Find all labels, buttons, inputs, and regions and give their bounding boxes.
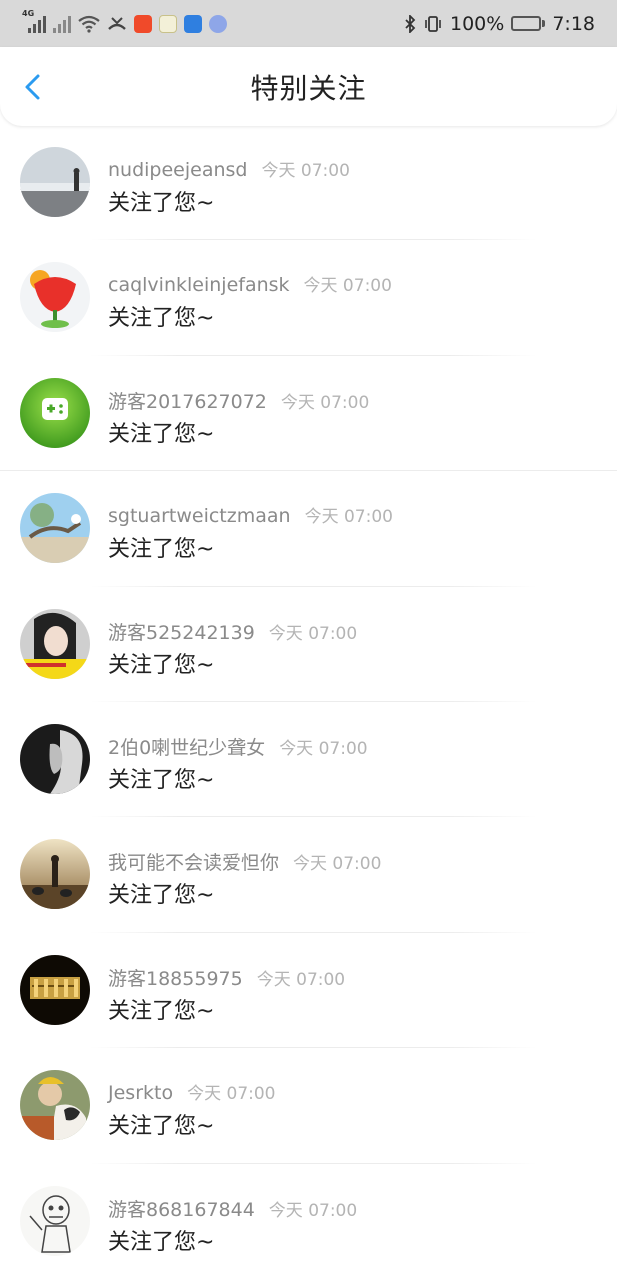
avatar[interactable] [20,262,90,333]
battery-percent: 100% [450,12,505,35]
wifi-icon [78,15,100,33]
timestamp: 今天 07:00 [268,1200,358,1221]
back-button[interactable] [20,73,48,101]
signal-icon: 4G [22,9,46,33]
list-item[interactable]: nudipeejeansd 今天 07:00 关注了您~ [0,125,617,241]
username[interactable]: nudipeejeansd [108,159,247,181]
timestamp: 今天 07:00 [280,392,370,413]
username[interactable]: Jesrkto [108,1082,173,1104]
timestamp: 今天 07:00 [187,1084,276,1105]
notification-text: 关注了您~ [108,191,215,216]
notification-text: 关注了您~ [108,767,215,793]
timestamp: 今天 07:00 [279,738,368,759]
username[interactable]: 游客18855975 [108,968,243,990]
timestamp: 今天 07:00 [293,854,382,875]
avatar[interactable] [20,608,90,679]
list-item[interactable]: 游客525242139 今天 07:00 关注了您~ [0,587,617,702]
username[interactable]: sgtuartweictzmaan [108,505,291,527]
avatar[interactable] [20,493,90,564]
notification-text: 关注了您~ [108,421,215,447]
timestamp: 今天 07:00 [268,623,358,644]
username[interactable]: 2伯0喇世纪少聋女 [108,737,265,759]
notification-text: 关注了您~ [108,883,215,909]
status-right: 100% 7:18 [404,13,595,35]
avatar[interactable] [20,1185,90,1256]
blue-app-icon [184,14,202,33]
list-item[interactable]: 游客18855975 今天 07:00 关注了您~ [0,933,617,1049]
status-left: 4G [22,9,227,33]
clock: 7:18 [552,12,595,35]
status-bar: 4G 100% 7:18 [0,0,617,47]
list-item[interactable]: 2伯0喇世纪少聋女 今天 07:00 关注了您~ [0,702,617,818]
battery-icon [511,16,546,31]
missed-call-icon [108,16,126,30]
network-type: 4G [22,8,35,18]
bluetooth-icon [405,14,416,33]
page-title: 特别关注 [250,71,367,105]
avatar[interactable] [20,954,90,1025]
username[interactable]: caqlvinkleinjefansk [108,274,290,296]
list-item[interactable]: caqlvinkleinjefansk 今天 07:00 关注了您~ [0,240,617,356]
list-item[interactable]: Jesrkto 今天 07:00 关注了您~ [0,1048,617,1164]
list-item[interactable]: 我可能不会读爱怛你 今天 07:00 关注了您~ [0,817,617,933]
username[interactable]: 我可能不会读爱怛你 [108,852,279,874]
username[interactable]: 游客2017627072 [108,391,267,413]
ting-app-icon [134,14,152,33]
notification-text: 关注了您~ [108,652,215,678]
follow-notification-list: nudipeejeansd 今天 07:00 关注了您~ caqlvinklein… [0,125,617,1279]
notification-text: 关注了您~ [108,1114,215,1140]
avatar[interactable] [20,147,90,217]
timestamp: 今天 07:00 [256,969,346,990]
username[interactable]: 游客525242139 [108,622,255,644]
app-header: 特别关注 [0,47,617,126]
list-item[interactable]: sgtuartweictzmaan 今天 07:00 关注了您~ [0,471,617,587]
timestamp: 今天 07:00 [304,507,393,528]
notification-text: 关注了您~ [108,537,215,563]
list-item[interactable]: 游客2017627072 今天 07:00 关注了您~ [0,356,617,472]
avatar[interactable] [20,839,90,910]
timestamp: 今天 07:00 [303,276,392,297]
chat-app-icon [159,14,177,33]
timestamp: 今天 07:00 [261,161,350,181]
avatar[interactable] [20,1070,90,1141]
signal-icon [53,15,71,33]
music-app-icon [209,14,227,33]
avatar[interactable] [20,377,90,448]
avatar[interactable] [20,723,90,794]
chevron-left-icon [25,74,40,100]
vibrate-icon [425,15,441,32]
notification-text: 关注了您~ [108,1229,215,1255]
username[interactable]: 游客868167844 [108,1199,255,1221]
list-item[interactable]: 游客868167844 今天 07:00 关注了您~ [0,1164,617,1279]
notification-text: 关注了您~ [108,306,215,332]
notification-text: 关注了您~ [108,998,215,1024]
